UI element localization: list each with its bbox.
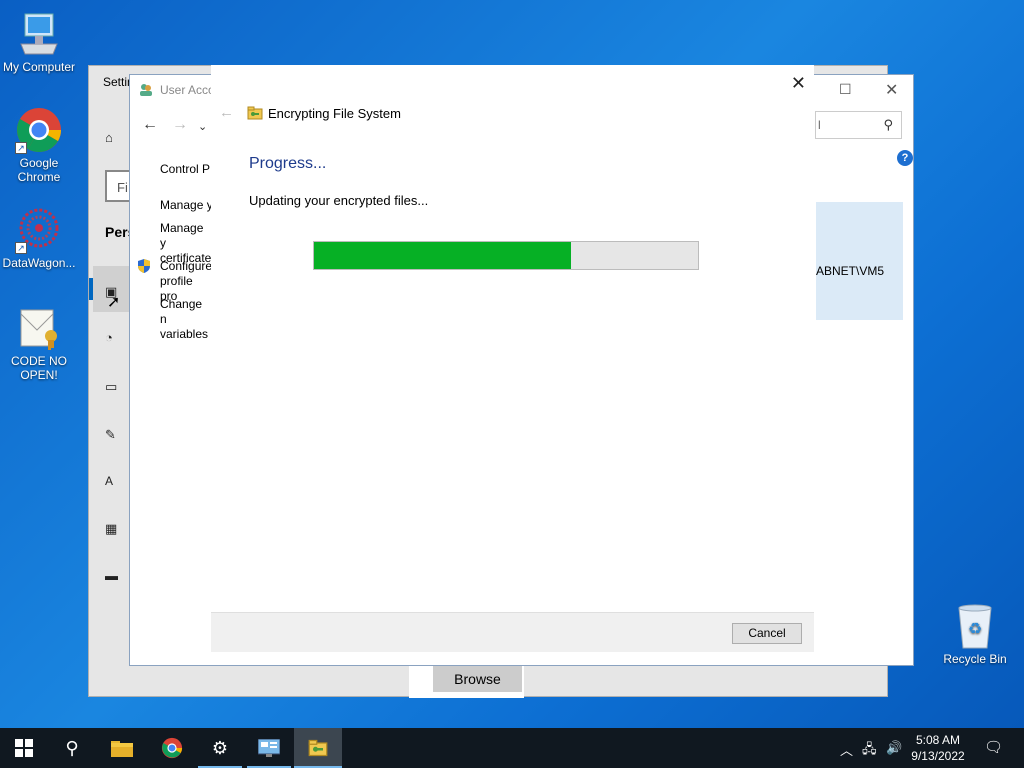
lock-screen-icon[interactable]: ▭ [105, 379, 121, 394]
desktop-icon-code-no-open[interactable]: CODE NO OPEN! [0, 304, 78, 382]
windows-logo-icon [15, 739, 33, 757]
progress-bar-fill [314, 242, 572, 269]
desktop-icon-datawagon[interactable]: ↗ DataWagon... [0, 206, 78, 270]
clock[interactable]: 5:08 AM 9/13/2022 [904, 732, 972, 764]
progress-bar [313, 241, 699, 270]
themes-icon[interactable]: ✎ [105, 427, 121, 442]
clock-date: 9/13/2022 [911, 749, 965, 763]
browse-button[interactable]: Browse [433, 666, 522, 692]
start-button[interactable] [0, 728, 48, 768]
efs-key-icon [308, 739, 328, 757]
desktop-icon-recycle-bin[interactable]: ♻ Recycle Bin [936, 602, 1014, 666]
back-arrow-icon[interactable]: ← [219, 104, 234, 121]
manage-accounts-link[interactable]: Manage y [160, 198, 213, 213]
search-icon: ⚲ [65, 738, 79, 758]
progress-heading: Progress... [249, 155, 327, 172]
network-icon[interactable]: 🖧 [862, 740, 877, 762]
find-placeholder: Fi [117, 180, 128, 195]
volume-icon[interactable]: 🔊 [886, 740, 902, 756]
notifications-icon[interactable]: 🗨 [984, 738, 1003, 756]
taskbar-control-panel[interactable] [245, 728, 293, 768]
folder-icon [111, 741, 133, 757]
account-name: ABNET\VM5 [816, 264, 885, 278]
shortcut-arrow-icon: ↗ [15, 142, 27, 154]
taskbar-settings[interactable]: ⚙ [196, 728, 244, 768]
show-hidden-icons-chevron-icon[interactable]: ︿ [840, 740, 853, 759]
chrome-icon [161, 737, 183, 759]
start-icon[interactable]: ▦ [105, 521, 121, 536]
taskbar-chrome[interactable] [148, 728, 196, 768]
taskbar-icon[interactable]: ▬ [105, 568, 121, 583]
search-text: l [818, 118, 821, 132]
certificate-file-icon [15, 304, 63, 352]
dialog-footer: Cancel [211, 612, 814, 652]
back-arrow-icon[interactable]: ← [142, 116, 158, 134]
search-control-panel-input[interactable]: l ⚲ [815, 111, 902, 139]
fonts-icon[interactable]: A [105, 474, 121, 488]
computer-icon [15, 10, 63, 58]
desktop-icon-label: My Computer [2, 60, 76, 74]
taskbar-file-explorer[interactable] [98, 728, 146, 768]
progress-message: Updating your encrypted files... [249, 193, 429, 208]
close-icon[interactable]: ✕ [791, 73, 806, 94]
window-title: User Acco [160, 83, 215, 97]
recycle-bin-icon: ♻ [951, 602, 999, 650]
maximize-icon[interactable]: ☐ [839, 81, 852, 98]
shortcut-arrow-icon: ↗ [15, 242, 27, 254]
efs-key-icon [247, 106, 263, 120]
desktop-icon-label: Google Chrome [17, 156, 61, 184]
cancel-button[interactable]: Cancel [732, 623, 802, 644]
change-environment-variables-link[interactable]: Change n variables [160, 297, 212, 342]
efs-dialog: ✕ ← Encrypting File System Progress... U… [211, 65, 814, 652]
control-panel-home-link[interactable]: Control P [160, 162, 210, 177]
forward-arrow-icon[interactable]: → [172, 116, 188, 134]
close-icon[interactable]: ✕ [885, 80, 898, 100]
svg-text:♻: ♻ [968, 621, 982, 638]
recent-locations-chevron-icon[interactable]: ⌄ [198, 120, 207, 133]
desktop-icon-my-computer[interactable]: My Computer [0, 10, 78, 74]
gear-icon: ⚙ [211, 738, 229, 758]
uac-shield-icon [137, 258, 151, 277]
desktop-icon-label: Recycle Bin [943, 652, 1007, 666]
desktop-icon-label: CODE NO OPEN! [10, 354, 67, 382]
desktop-icon-label: DataWagon... [2, 256, 76, 270]
clock-time: 5:08 AM [915, 733, 961, 747]
help-icon[interactable]: ? [897, 150, 913, 166]
control-panel-icon [257, 738, 281, 757]
taskbar: ⚲ ⚙ ︿ 🖧 🔊 5:08 AM 9/13/2022 🗨 [0, 728, 1024, 768]
colors-palette-icon[interactable]: ◔ [105, 330, 121, 345]
selected-nav-indicator [89, 278, 93, 300]
taskbar-efs[interactable] [294, 728, 342, 768]
desktop-icon-chrome[interactable]: ↗ Google Chrome [0, 106, 78, 184]
user-accounts-icon [138, 82, 154, 98]
account-info-box: ABNET\VM5 [816, 202, 903, 320]
home-icon[interactable]: ⌂ [105, 130, 121, 145]
search-icon: ⚲ [883, 117, 893, 132]
datawagon-icon: ↗ [15, 206, 63, 254]
chrome-icon: ↗ [15, 106, 63, 154]
mouse-cursor-icon: ➚ [107, 294, 121, 311]
dialog-title: Encrypting File System [268, 106, 401, 121]
search-button[interactable]: ⚲ [48, 728, 96, 768]
